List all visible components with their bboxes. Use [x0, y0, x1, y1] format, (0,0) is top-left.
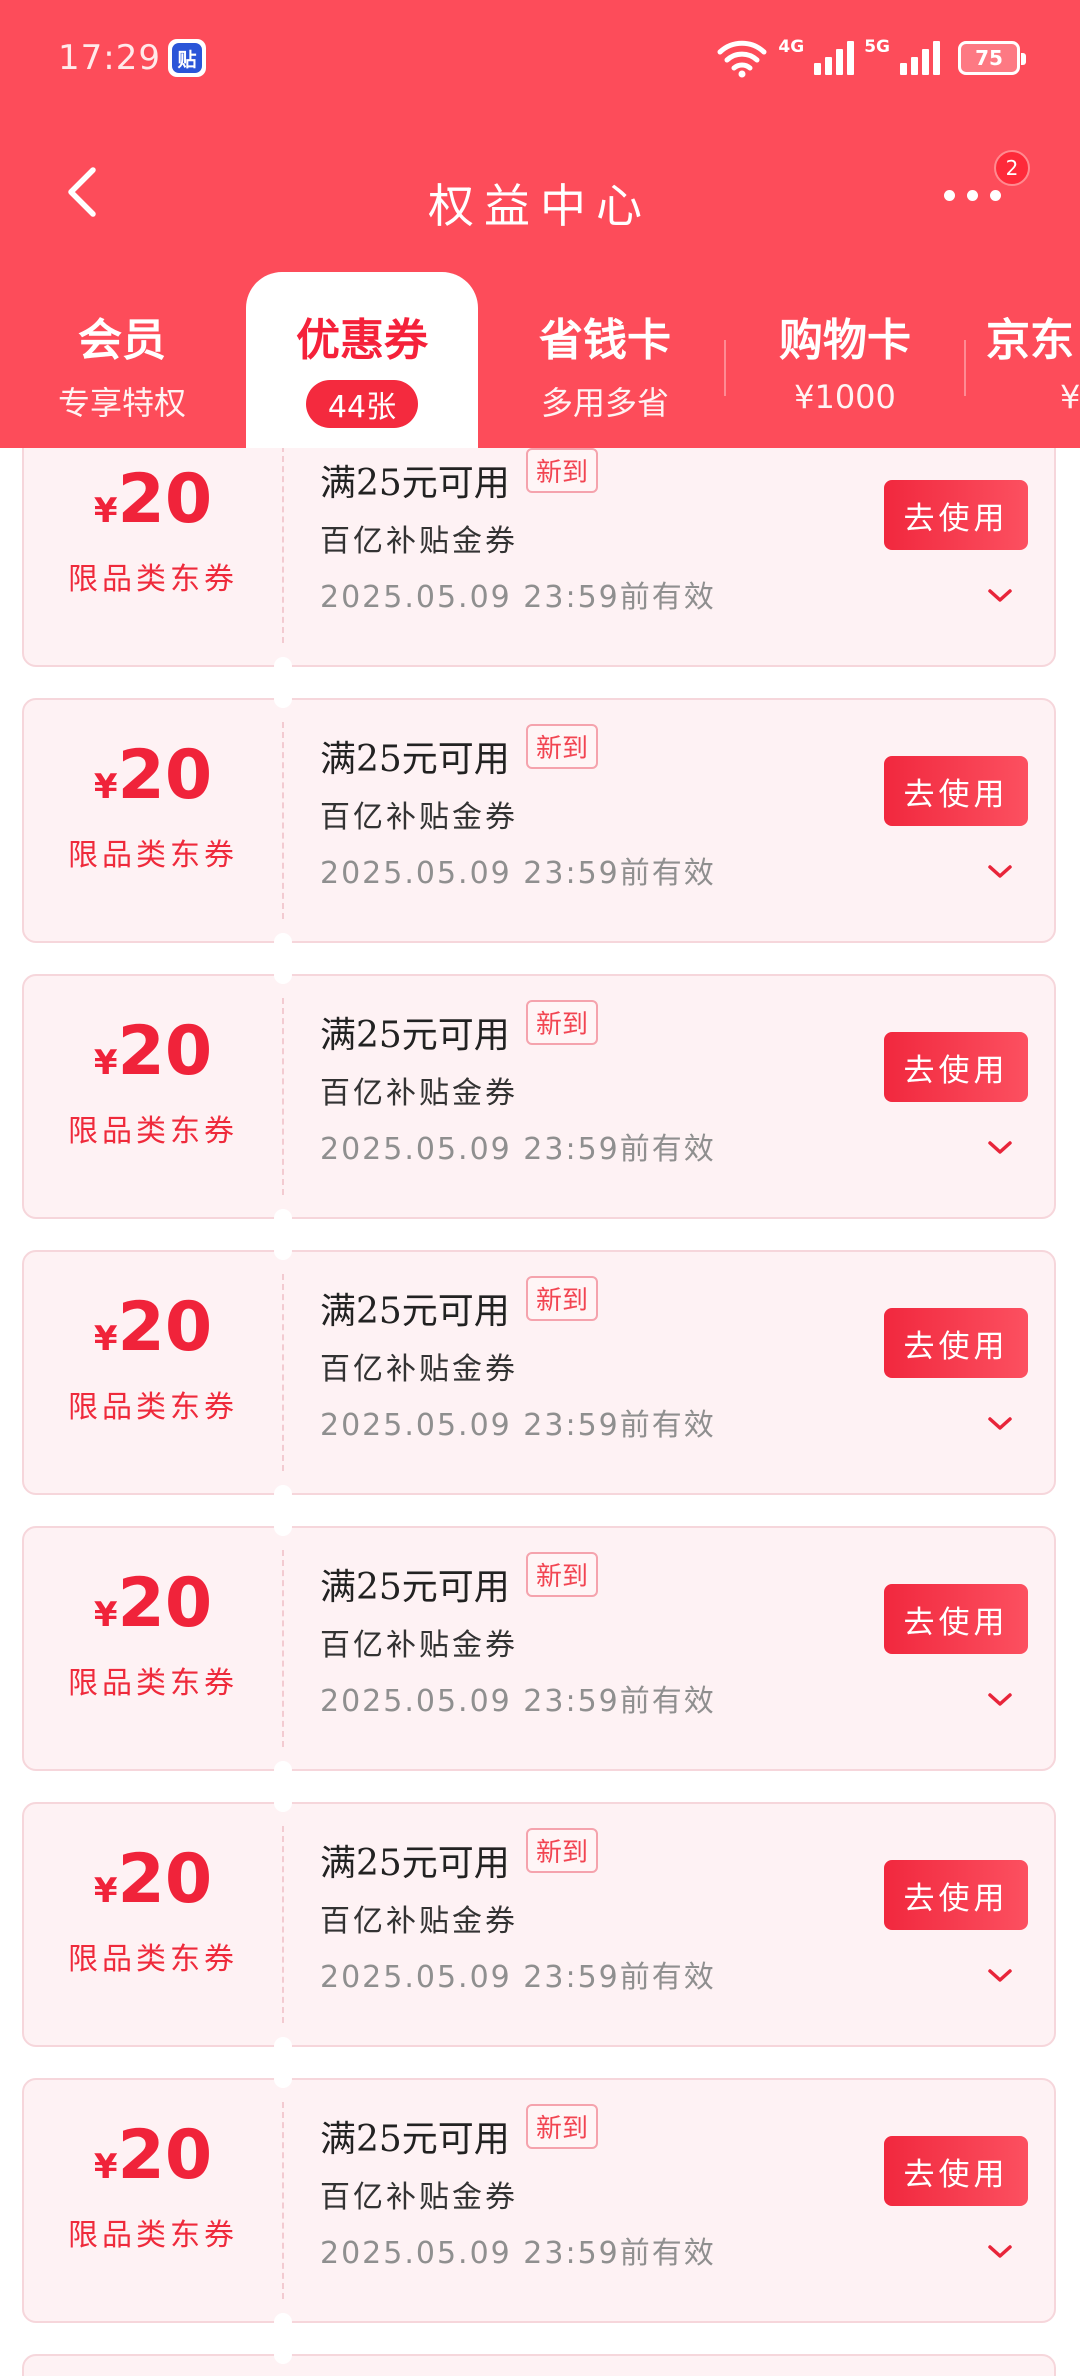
coupon-card: ¥20 限品类东券 满25元可用 新到 百亿补贴金券 2025.05.09 23…: [22, 690, 1056, 951]
tab-divider: [724, 340, 726, 396]
coupon-amount: ¥20: [93, 736, 213, 815]
coupon-name: 百亿补贴金券: [320, 800, 518, 835]
chevron-down-icon[interactable]: [982, 2240, 1018, 2264]
signal-icon: [814, 41, 855, 75]
coupon-expiry: 2025.05.09 23:59前有效: [320, 856, 716, 891]
coupon-amount: ¥20: [93, 460, 213, 539]
coupon-name: 百亿补贴金券: [320, 1076, 518, 1111]
tab-shopping-card[interactable]: 购物卡 ¥1000: [730, 272, 960, 448]
new-badge: 新到: [526, 1000, 599, 1045]
chevron-down-icon[interactable]: [982, 1688, 1018, 1712]
coupon-type: 限品类东券: [68, 2218, 238, 2253]
new-badge: 新到: [526, 448, 599, 493]
coupon-condition: 满25元可用: [320, 1015, 510, 1056]
coupon-type: 限品类东券: [68, 1942, 238, 1977]
new-badge: 新到: [526, 1552, 599, 1597]
signal-icon: [900, 41, 940, 75]
chevron-down-icon[interactable]: [982, 1412, 1018, 1436]
coupon-type: 限品类东券: [68, 1114, 238, 1149]
coupon-name: 百亿补贴金券: [320, 1628, 518, 1663]
app-notification-icon: 贴: [168, 39, 206, 77]
coupon-amount: ¥20: [93, 1564, 213, 1643]
chevron-down-icon[interactable]: [982, 860, 1018, 884]
coupon-type: 限品类东券: [68, 1390, 238, 1425]
tab-divider: [964, 340, 966, 396]
coupon-card-partial: [22, 2346, 1056, 2376]
more-notification-badge: 2: [994, 150, 1030, 186]
coupon-expiry: 2025.05.09 23:59前有效: [320, 1132, 716, 1167]
new-badge: 新到: [526, 1828, 599, 1873]
use-coupon-button[interactable]: 去使用: [884, 1032, 1028, 1102]
coupon-condition: 满25元可用: [320, 2119, 510, 2160]
coupon-expiry: 2025.05.09 23:59前有效: [320, 580, 716, 615]
coupon-card: ¥20 限品类东券 满25元可用 新到 百亿补贴金券 2025.05.09 23…: [22, 966, 1056, 1227]
coupon-name: 百亿补贴金券: [320, 1904, 518, 1939]
new-badge: 新到: [526, 1276, 599, 1321]
tab-jd[interactable]: 京东 ¥: [986, 272, 1080, 448]
coupon-expiry: 2025.05.09 23:59前有效: [320, 1408, 716, 1443]
new-badge: 新到: [526, 2104, 599, 2149]
network-5g-label: 5G: [864, 37, 890, 57]
chevron-down-icon[interactable]: [982, 1964, 1018, 1988]
use-coupon-button[interactable]: 去使用: [884, 2136, 1028, 2206]
coupon-amount: ¥20: [93, 1288, 213, 1367]
coupon-amount: ¥20: [93, 1012, 213, 1091]
coupon-name: 百亿补贴金券: [320, 524, 518, 559]
coupon-amount: ¥20: [93, 2116, 213, 2195]
coupon-condition: 满25元可用: [320, 739, 510, 780]
coupon-expiry: 2025.05.09 23:59前有效: [320, 1684, 716, 1719]
battery-icon: 75: [958, 41, 1026, 75]
use-coupon-button[interactable]: 去使用: [884, 480, 1028, 550]
category-tabs: 会员 专享特权 优惠券 44张 省钱卡 多用多省 购物卡 ¥1000 京东 ¥: [0, 272, 1080, 448]
status-indicators: 4G 5G 75: [716, 36, 1026, 80]
header: 17:29 贴 4G 5G 75 权益中心 2 会员 专享特权 优惠券 44张 …: [0, 0, 1080, 448]
coupon-amount: ¥20: [93, 1840, 213, 1919]
status-time: 17:29: [58, 38, 161, 78]
coupon-expiry: 2025.05.09 23:59前有效: [320, 2236, 716, 2271]
coupon-condition: 满25元可用: [320, 1567, 510, 1608]
network-4g-label: 4G: [778, 37, 805, 57]
use-coupon-button[interactable]: 去使用: [884, 756, 1028, 826]
tab-member[interactable]: 会员 专享特权: [0, 272, 244, 448]
coupon-name: 百亿补贴金券: [320, 1352, 518, 1387]
coupon-condition: 满25元可用: [320, 463, 510, 504]
navigation-bar: 权益中心 2: [0, 140, 1080, 250]
coupon-card: ¥20 限品类东券 满25元可用 新到 百亿补贴金券 2025.05.09 23…: [22, 1242, 1056, 1503]
coupon-expiry: 2025.05.09 23:59前有效: [320, 1960, 716, 1995]
coupon-card: ¥20 限品类东券 满25元可用 新到 百亿补贴金券 2025.05.09 23…: [22, 1518, 1056, 1779]
coupon-card: ¥20 限品类东券 满25元可用 新到 百亿补贴金券 2025.05.09 23…: [22, 448, 1056, 675]
wifi-icon: [717, 40, 767, 78]
use-coupon-button[interactable]: 去使用: [884, 1584, 1028, 1654]
coupon-card: ¥20 限品类东券 满25元可用 新到 百亿补贴金券 2025.05.09 23…: [22, 2070, 1056, 2331]
tab-savings-card[interactable]: 省钱卡 多用多省: [490, 272, 720, 448]
coupon-condition: 满25元可用: [320, 1843, 510, 1884]
coupon-list[interactable]: ¥20 限品类东券 满25元可用 新到 百亿补贴金券 2025.05.09 23…: [0, 448, 1080, 2376]
coupon-card: ¥20 限品类东券 满25元可用 新到 百亿补贴金券 2025.05.09 23…: [22, 1794, 1056, 2055]
chevron-down-icon[interactable]: [982, 584, 1018, 608]
use-coupon-button[interactable]: 去使用: [884, 1308, 1028, 1378]
page-title: 权益中心: [428, 179, 652, 233]
status-bar: 17:29 贴 4G 5G 75: [0, 0, 1080, 120]
coupon-type: 限品类东券: [68, 838, 238, 873]
coupon-name: 百亿补贴金券: [320, 2180, 518, 2215]
more-dots-icon[interactable]: [944, 180, 1014, 210]
tab-coupons[interactable]: 优惠券 44张: [246, 272, 478, 448]
use-coupon-button[interactable]: 去使用: [884, 1860, 1028, 1930]
coupon-type: 限品类东券: [68, 562, 238, 597]
coupon-type: 限品类东券: [68, 1666, 238, 1701]
chevron-down-icon[interactable]: [982, 1136, 1018, 1160]
new-badge: 新到: [526, 724, 599, 769]
coupon-condition: 满25元可用: [320, 1291, 510, 1332]
coupon-count-badge: 44张: [305, 380, 419, 428]
